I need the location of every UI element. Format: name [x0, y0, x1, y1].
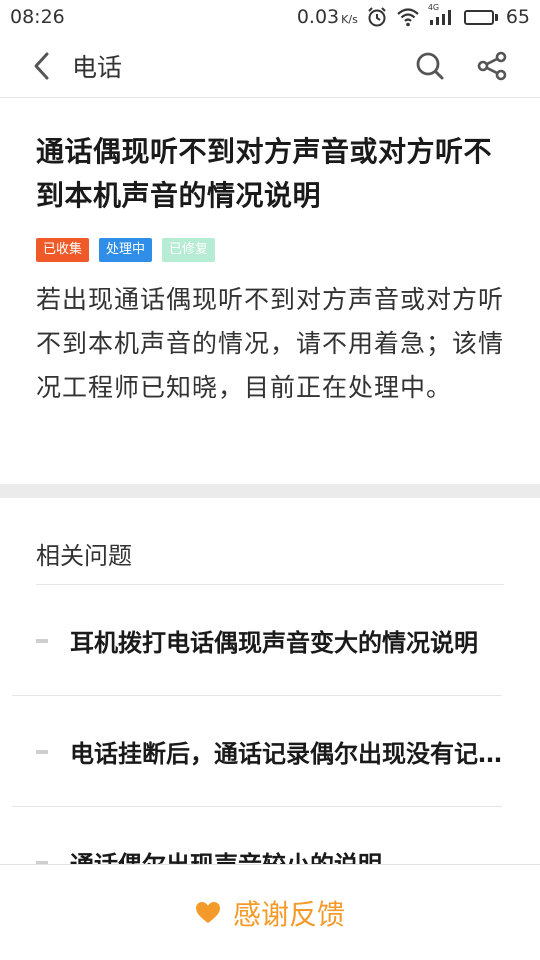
thanks-feedback-button[interactable]: 感谢反馈 — [195, 893, 345, 933]
chevron-left-icon — [34, 52, 49, 79]
signal-type-label: 4G — [427, 3, 440, 12]
feedback-bar: 感谢反馈 — [0, 864, 540, 960]
heart-icon — [195, 901, 220, 923]
thanks-feedback-label: 感谢反馈 — [232, 897, 345, 931]
article-title: 通话偶现听不到对方声音或对方听不到本机声音的情况说明 — [36, 135, 493, 212]
related-title: 相关问题 — [36, 542, 132, 570]
search-icon — [416, 52, 444, 79]
share-button[interactable] — [472, 46, 512, 86]
wifi-icon — [396, 7, 420, 27]
network-speed-value: 0.03 — [296, 6, 340, 28]
header-actions — [410, 46, 512, 86]
page-title: 电话 — [72, 52, 123, 82]
article-body: 若出现通话偶现听不到对方声音或对方听不到本机声音的情况，请不用着急；该情况工程师… — [36, 285, 505, 402]
network-speed: 0.03 K/s — [297, 6, 358, 28]
related-item[interactable]: 电话挂断后，通话记录偶尔出现没有记录的情况说明 — [0, 696, 540, 807]
related-item[interactable]: 耳机拨打电话偶现声音变大的情况说明 — [0, 585, 540, 696]
related-section: 相关问题 耳机拨打电话偶现声音变大的情况说明 电话挂断后，通话记录偶尔出现没有记… — [0, 498, 540, 864]
battery-icon — [463, 9, 498, 25]
tag-processing: 处理中 — [99, 238, 153, 262]
section-divider — [0, 484, 540, 498]
status-indicators: 0.03 K/s 4G 65 — [297, 3, 530, 28]
bullet-dash-icon — [36, 749, 48, 754]
alarm-icon — [366, 6, 388, 28]
share-icon — [477, 51, 507, 80]
app-header: 电话 — [0, 34, 540, 98]
back-button[interactable] — [14, 34, 70, 98]
article: 通话偶现听不到对方声音或对方听不到本机声音的情况说明 已收集 处理中 已修复 若… — [0, 98, 540, 484]
related-item-label: 耳机拨打电话偶现声音变大的情况说明 — [70, 629, 478, 657]
related-item-label: 电话挂断后，通话记录偶尔出现没有记录的情况说明 — [70, 740, 502, 768]
cellular-signal-icon: 4G — [428, 3, 456, 27]
search-button[interactable] — [410, 46, 450, 86]
battery-percent: 65 — [505, 6, 530, 28]
bullet-dash-icon — [36, 638, 48, 643]
status-time: 08:26 — [10, 6, 65, 28]
tag-collected: 已收集 — [36, 238, 90, 262]
related-item-label: 通话偶尔出现声音较小的说明 — [70, 845, 382, 864]
status-tags: 已收集 处理中 已修复 — [36, 238, 504, 262]
related-list: 耳机拨打电话偶现声音变大的情况说明 电话挂断后，通话记录偶尔出现没有记录的情况说… — [0, 585, 540, 864]
network-speed-unit: K/s — [341, 13, 358, 26]
related-item[interactable]: 通话偶尔出现声音较小的说明 — [0, 807, 540, 864]
status-bar: 08:26 0.03 K/s 4G 65 — [0, 0, 540, 34]
tag-fixed: 已修复 — [162, 238, 216, 262]
